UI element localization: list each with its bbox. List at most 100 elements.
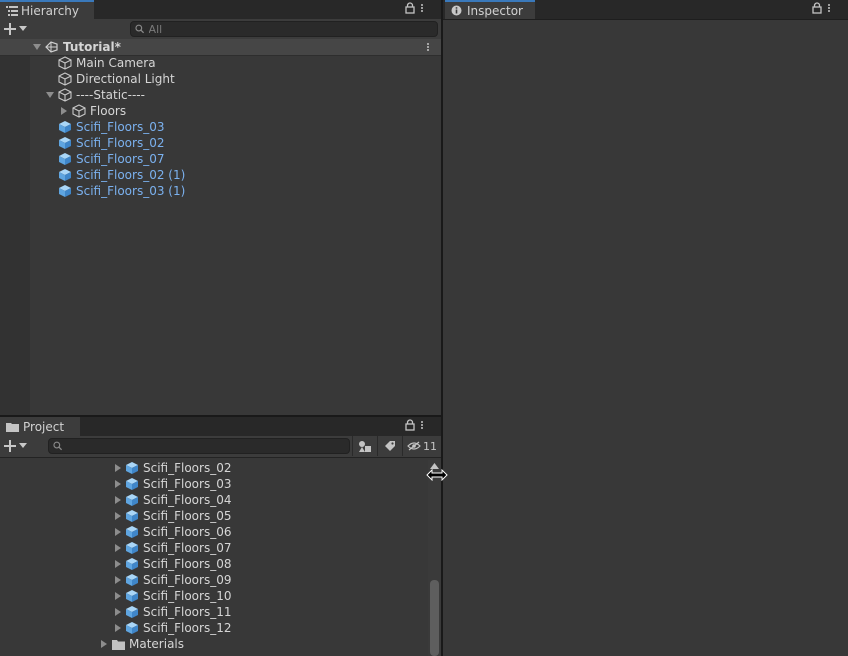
hierarchy-item[interactable]: Floors xyxy=(61,103,126,119)
scene-options-icon[interactable] xyxy=(427,42,430,52)
hierarchy-item-label: Main Camera xyxy=(76,56,156,70)
prefab-cube-icon xyxy=(126,590,138,602)
asset-item-label: Scifi_Floors_02 xyxy=(143,461,232,475)
asset-item[interactable]: Scifi_Floors_02 xyxy=(115,460,231,476)
prefab-cube-icon xyxy=(126,478,138,490)
expand-arrow[interactable] xyxy=(115,576,121,584)
asset-item[interactable]: Scifi_Floors_03 xyxy=(115,476,231,492)
gameobject-cube-icon xyxy=(58,88,72,102)
tab-project-label: Project xyxy=(23,419,65,434)
tab-hierarchy[interactable]: Hierarchy xyxy=(0,0,94,19)
inspector-tabbar: Inspector xyxy=(443,0,848,20)
expand-arrow[interactable] xyxy=(115,608,121,616)
asset-item[interactable]: Scifi_Floors_08 xyxy=(115,556,231,572)
lock-icon[interactable] xyxy=(405,419,415,431)
hierarchy-item-label: Scifi_Floors_03 xyxy=(76,120,165,134)
info-icon xyxy=(451,5,462,16)
expand-arrow[interactable] xyxy=(101,640,107,648)
asset-item[interactable]: Scifi_Floors_06 xyxy=(115,524,231,540)
prefab-cube-icon xyxy=(59,121,71,133)
create-button[interactable] xyxy=(4,20,32,38)
asset-item-label: Scifi_Floors_08 xyxy=(143,557,232,571)
prefab-cube-icon xyxy=(126,542,138,554)
asset-item[interactable]: Scifi_Floors_09 xyxy=(115,572,231,588)
prefab-cube-icon xyxy=(59,169,71,181)
inspector-body xyxy=(443,20,848,656)
hierarchy-item-label: Scifi_Floors_02 xyxy=(76,136,165,150)
asset-item[interactable]: Scifi_Floors_04 xyxy=(115,492,231,508)
expand-arrow[interactable] xyxy=(115,624,121,632)
tab-project[interactable]: Project xyxy=(0,417,80,436)
asset-item[interactable]: Scifi_Floors_10 xyxy=(115,588,231,604)
hierarchy-item-label: Scifi_Floors_02 (1) xyxy=(76,168,186,182)
tab-hierarchy-label: Hierarchy xyxy=(21,3,80,18)
hierarchy-item[interactable]: Directional Light xyxy=(58,71,175,87)
search-by-type-button[interactable] xyxy=(352,436,377,456)
lock-icon[interactable] xyxy=(812,2,822,14)
lock-icon[interactable] xyxy=(405,2,415,14)
search-by-label-button[interactable] xyxy=(377,436,402,456)
scene-header[interactable]: Tutorial* xyxy=(0,39,441,56)
project-scrollbar-thumb[interactable] xyxy=(430,580,439,656)
hierarchy-item[interactable]: Scifi_Floors_03 (1) xyxy=(58,183,185,199)
hierarchy-item[interactable]: Main Camera xyxy=(58,55,156,71)
folder-item[interactable]: Materials xyxy=(101,636,184,652)
gameobject-cube-icon xyxy=(72,104,86,118)
expand-arrow[interactable] xyxy=(46,92,54,98)
asset-item[interactable]: Scifi_Floors_05 xyxy=(115,508,231,524)
gameobject-cube-icon xyxy=(58,56,72,70)
asset-item[interactable]: Scifi_Floors_11 xyxy=(115,604,231,620)
hierarchy-item[interactable]: ----Static---- xyxy=(46,87,145,103)
search-icon xyxy=(135,24,145,34)
hierarchy-item-label: Directional Light xyxy=(76,72,175,86)
expand-arrow[interactable] xyxy=(61,107,67,115)
expand-arrow[interactable] xyxy=(115,496,121,504)
prefab-cube-icon xyxy=(126,558,138,570)
hidden-packages-toggle[interactable]: 11 xyxy=(402,436,441,456)
tag-icon xyxy=(385,441,395,451)
hierarchy-item[interactable]: Scifi_Floors_03 xyxy=(58,119,164,135)
project-tabbar: Project xyxy=(0,417,441,437)
expand-arrow[interactable] xyxy=(115,528,121,536)
hierarchy-search-field[interactable] xyxy=(130,21,438,37)
asset-item[interactable]: Scifi_Floors_07 xyxy=(115,540,231,556)
hierarchy-toolbar xyxy=(0,19,441,40)
folder-icon xyxy=(6,422,19,432)
resize-horizontal-cursor-icon xyxy=(426,469,448,481)
more-options-icon[interactable] xyxy=(421,3,424,13)
expand-arrow[interactable] xyxy=(115,480,121,488)
hierarchy-search-input[interactable] xyxy=(144,22,437,36)
unity-scene-icon xyxy=(45,41,58,53)
tab-inspector[interactable]: Inspector xyxy=(445,0,535,19)
project-search-input[interactable] xyxy=(62,439,349,453)
expand-arrow[interactable] xyxy=(115,592,121,600)
hierarchy-item[interactable]: Scifi_Floors_07 xyxy=(58,151,164,167)
prefab-cube-icon xyxy=(59,137,71,149)
filter-by-type-icon xyxy=(359,441,371,452)
scene-expand-arrow[interactable] xyxy=(33,44,41,50)
hierarchy-list-icon xyxy=(6,5,18,16)
prefab-cube-icon xyxy=(126,574,138,586)
tab-inspector-label: Inspector xyxy=(467,3,523,18)
expand-arrow[interactable] xyxy=(115,544,121,552)
hierarchy-item-label: Scifi_Floors_03 (1) xyxy=(76,184,186,198)
expand-arrow[interactable] xyxy=(115,512,121,520)
more-options-icon[interactable] xyxy=(828,3,831,13)
expand-arrow[interactable] xyxy=(115,560,121,568)
expand-arrow[interactable] xyxy=(115,464,121,472)
project-search-field[interactable] xyxy=(48,438,350,454)
more-options-icon[interactable] xyxy=(421,420,424,430)
gameobject-cube-icon xyxy=(58,72,72,86)
hierarchy-item[interactable]: Scifi_Floors_02 xyxy=(58,135,164,151)
chevron-down-icon xyxy=(19,26,27,31)
folder-icon xyxy=(112,639,125,650)
prefab-cube-icon xyxy=(126,510,138,522)
prefab-cube-icon xyxy=(126,606,138,618)
hierarchy-item[interactable]: Scifi_Floors_02 (1) xyxy=(58,167,185,183)
asset-item-label: Scifi_Floors_10 xyxy=(143,589,232,603)
eye-slash-icon xyxy=(407,441,421,451)
create-asset-button[interactable] xyxy=(4,437,32,455)
asset-item[interactable]: Scifi_Floors_12 xyxy=(115,620,231,636)
asset-item-label: Scifi_Floors_05 xyxy=(143,509,232,523)
asset-item-label: Scifi_Floors_11 xyxy=(143,605,232,619)
